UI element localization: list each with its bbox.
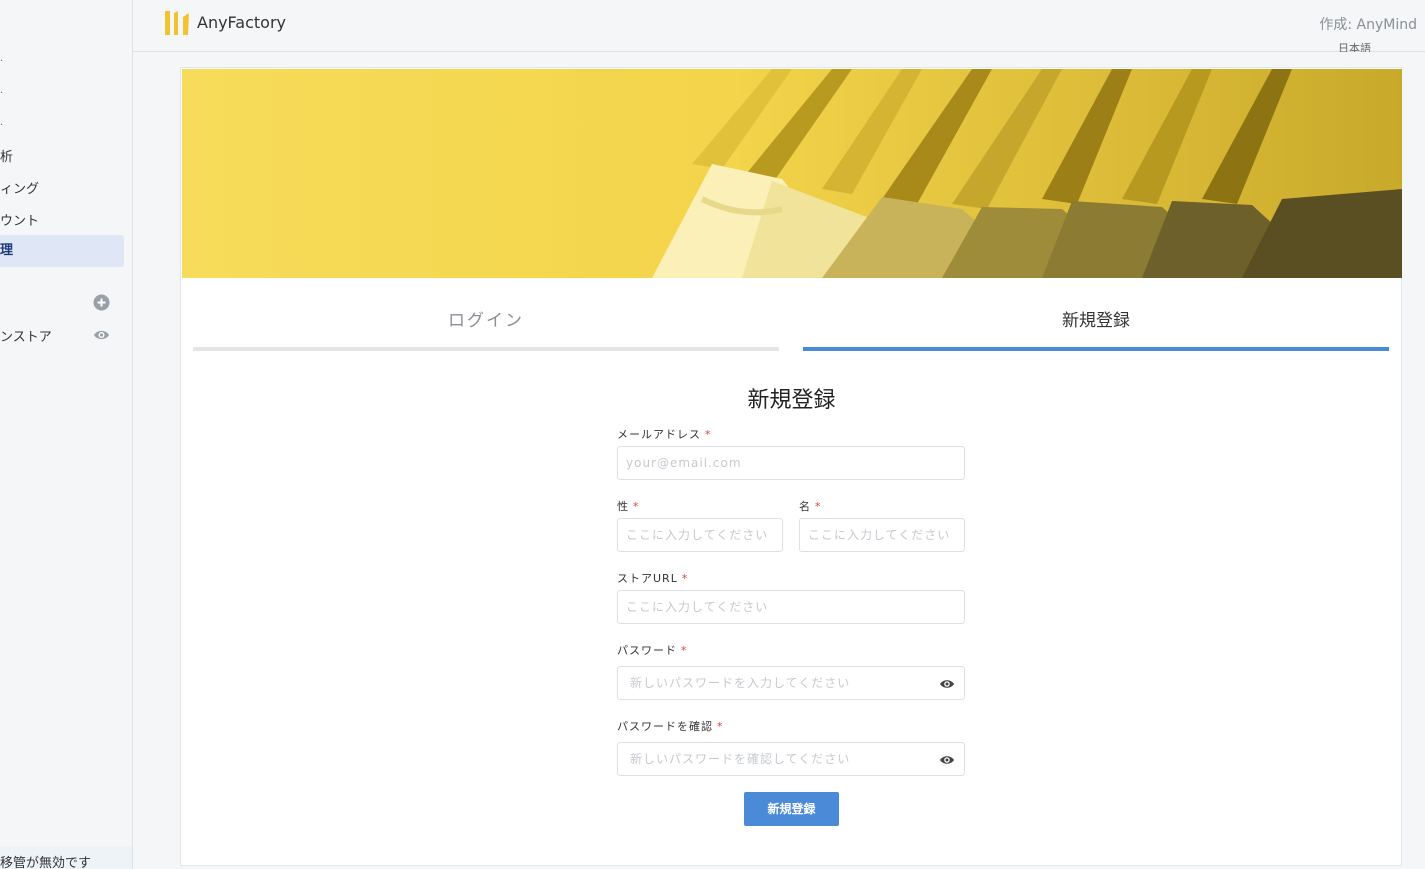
- signup-submit-button[interactable]: 新規登録: [744, 792, 839, 826]
- top-header: AnyFactory 作成: AnyMind: [133, 0, 1425, 52]
- first-name-label: 名 *: [799, 498, 822, 514]
- store-url-field[interactable]: [617, 590, 965, 624]
- confirm-password-label-text: パスワードを確認: [617, 720, 713, 733]
- sidebar-item-label: ウント: [0, 214, 40, 229]
- sidebar-item-account[interactable]: ウント: [0, 210, 39, 229]
- first-name-field[interactable]: [799, 518, 965, 552]
- sidebar-item-label: 析: [0, 150, 14, 165]
- sidebar-item-management[interactable]: 理: [0, 235, 124, 267]
- sidebar-truncated-mark: ·: [0, 120, 4, 131]
- last-name-label-text: 性: [617, 500, 629, 513]
- required-mark: *: [681, 644, 688, 657]
- sidebar-truncated-mark: ·: [0, 88, 4, 99]
- password-label: パスワード *: [617, 642, 688, 658]
- author-credit: 作成: AnyMind: [1319, 17, 1417, 33]
- sidebar-item-analytics[interactable]: 析: [0, 146, 13, 165]
- show-password-eye-icon[interactable]: [939, 678, 955, 690]
- sidebar-item-label: 理: [0, 243, 14, 258]
- store-url-label-text: ストアURL: [617, 572, 678, 585]
- anyfactory-logo-icon: [165, 11, 189, 35]
- required-mark: *: [681, 572, 689, 585]
- first-name-label-text: 名: [799, 500, 811, 513]
- sidebar-item-marketing[interactable]: ィング: [0, 178, 39, 197]
- sidebar-truncated-mark: ·: [0, 56, 4, 67]
- last-name-label: 性 *: [617, 498, 640, 514]
- required-mark: *: [815, 500, 822, 513]
- add-circle-icon[interactable]: [93, 294, 110, 311]
- auth-card: ログイン 新規登録 新規登録 メールアドレス* 性* 名* ストアURL* パス…: [180, 67, 1402, 866]
- required-mark: *: [633, 500, 640, 513]
- email-label: メールアドレス *: [617, 426, 712, 442]
- password-field[interactable]: [617, 666, 965, 700]
- store-url-label: ストアURL *: [617, 570, 688, 586]
- sidebar-footer-status: 移管が無効です: [0, 846, 132, 869]
- eye-icon[interactable]: [93, 329, 110, 341]
- show-confirm-password-eye-icon[interactable]: [939, 754, 955, 766]
- sidebar: · · · 析 ィング ウント 理 ンストア 移管が無効です: [0, 0, 133, 869]
- confirm-password-field[interactable]: [617, 742, 965, 776]
- email-label-text: メールアドレス: [617, 428, 701, 441]
- last-name-field[interactable]: [617, 518, 783, 552]
- required-mark: *: [705, 428, 712, 441]
- confirm-password-label: パスワードを確認 *: [617, 718, 724, 734]
- form-title: 新規登録: [747, 388, 836, 413]
- app-name: AnyFactory: [197, 13, 286, 32]
- required-mark: *: [717, 720, 724, 733]
- sidebar-item-label: ンストア: [0, 330, 52, 345]
- sidebar-item-label: ィング: [0, 182, 40, 197]
- tab-login[interactable]: ログイン: [193, 301, 779, 351]
- sidebar-item-store[interactable]: ンストア: [0, 326, 52, 345]
- language-selector[interactable]: 日本語: [1338, 40, 1371, 52]
- tab-signup[interactable]: 新規登録: [803, 301, 1389, 351]
- banner-image: [182, 69, 1402, 278]
- email-field[interactable]: [617, 446, 965, 480]
- password-label-text: パスワード: [617, 644, 677, 657]
